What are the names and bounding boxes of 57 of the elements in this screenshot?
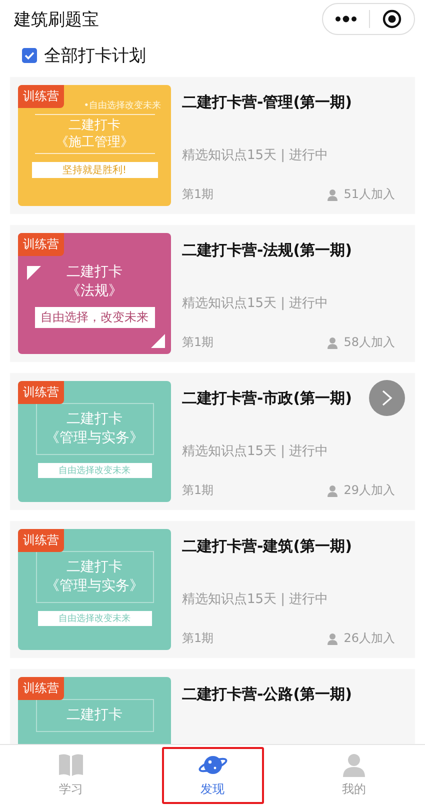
plan-status: 精选知识点15天 | 进行中 [182,443,330,460]
plan-status: 精选知识点15天 | 进行中 [182,147,330,164]
camp-badge: 训练营 [18,529,64,552]
plan-card[interactable]: 训练营 二建打卡 《管理与实务》 自由选择改变未来 二建打卡营-市政(第一期) 精选知识点15天 | 进行中 第1期 29人加入 [10,373,415,510]
joined-count: 51人加入 [344,186,395,203]
plan-card[interactable]: 训练营 二建打卡 二建打卡营-公路(第一期) [10,669,415,744]
app-title: 建筑刷题宝 [14,8,99,30]
plan-status: 精选知识点15天 | 进行中 [182,295,330,312]
period-label: 第1期 [182,334,214,351]
plan-title: 二建打卡营-管理(第一期) [182,93,352,112]
joined-count: 26人加入 [344,630,395,647]
period-label: 第1期 [182,482,214,499]
cover-title: 二建打卡 [66,706,122,725]
plan-title: 二建打卡营-公路(第一期) [182,685,352,704]
cover-title: 《施工管理》 [56,134,134,151]
plan-card[interactable]: 训练营 二建打卡 《法规》 自由选择，改变未来 二建打卡营-法规(第一期) 精选知识点15天 | 进行中 第1期 58人加入 [10,225,415,362]
camp-badge: 训练营 [18,85,64,108]
plan-title: 二建打卡营-建筑(第一期) [182,537,352,556]
cover-title: 二建打卡 [68,117,120,134]
corner-mark-icon [27,266,41,280]
cover-title: 二建打卡 [66,558,122,577]
cover-slogan: 自由选择改变未来 [38,611,152,626]
plan-card[interactable]: 训练营 •自由选择改变未来 二建打卡 《施工管理》 坚持就是胜利! 二建打卡营-管理(第一期) 精选知识点15天 | 进行中 第1期 51人加入 [10,77,415,214]
checkbox-icon[interactable] [22,48,37,63]
plan-card[interactable]: 训练营 二建打卡 《管理与实务》 自由选择改变未来 二建打卡营-建筑(第一期) 精选知识点15天 | 进行中 第1期 26人加入 [10,521,415,658]
plan-title: 二建打卡营-市政(第一期) [182,389,352,408]
tab-item[interactable]: 发现 [162,747,264,804]
cover-title: 《管理与实务》 [46,577,144,596]
cover-title: 《法规》 [66,282,122,301]
cover-title: 《管理与实务》 [46,429,144,448]
person-icon [326,336,338,348]
camp-badge: 训练营 [18,677,64,700]
corner-mark-icon [151,334,165,348]
person-icon [326,484,338,496]
camp-badge: 训练营 [18,381,64,404]
person-icon [326,188,338,200]
chevron-right-icon [381,389,393,407]
plan-title: 二建打卡营-法规(第一期) [182,241,352,260]
period-label: 第1期 [182,186,214,203]
period-label: 第1期 [182,630,214,647]
close-icon[interactable] [382,9,402,29]
cover-title: 二建打卡 [66,410,122,429]
section-label: 全部打卡计划 [44,45,146,67]
cover-slogan: 自由选择改变未来 [38,463,152,478]
book-icon [58,753,84,777]
cover-slogan: 自由选择，改变未来 [34,307,154,328]
cover-slogan: 坚持就是胜利! [32,162,158,178]
joined-count: 29人加入 [344,482,395,499]
person-icon [342,753,366,777]
more-icon[interactable] [335,15,357,23]
cover-title: 二建打卡 [66,263,122,282]
planet-icon [198,753,228,777]
camp-badge: 训练营 [18,233,64,256]
person-icon [326,632,338,644]
plan-status: 精选知识点15天 | 进行中 [182,591,330,608]
cover-tagline: •自由选择改变未来 [84,100,161,112]
joined-count: 58人加入 [344,334,395,351]
